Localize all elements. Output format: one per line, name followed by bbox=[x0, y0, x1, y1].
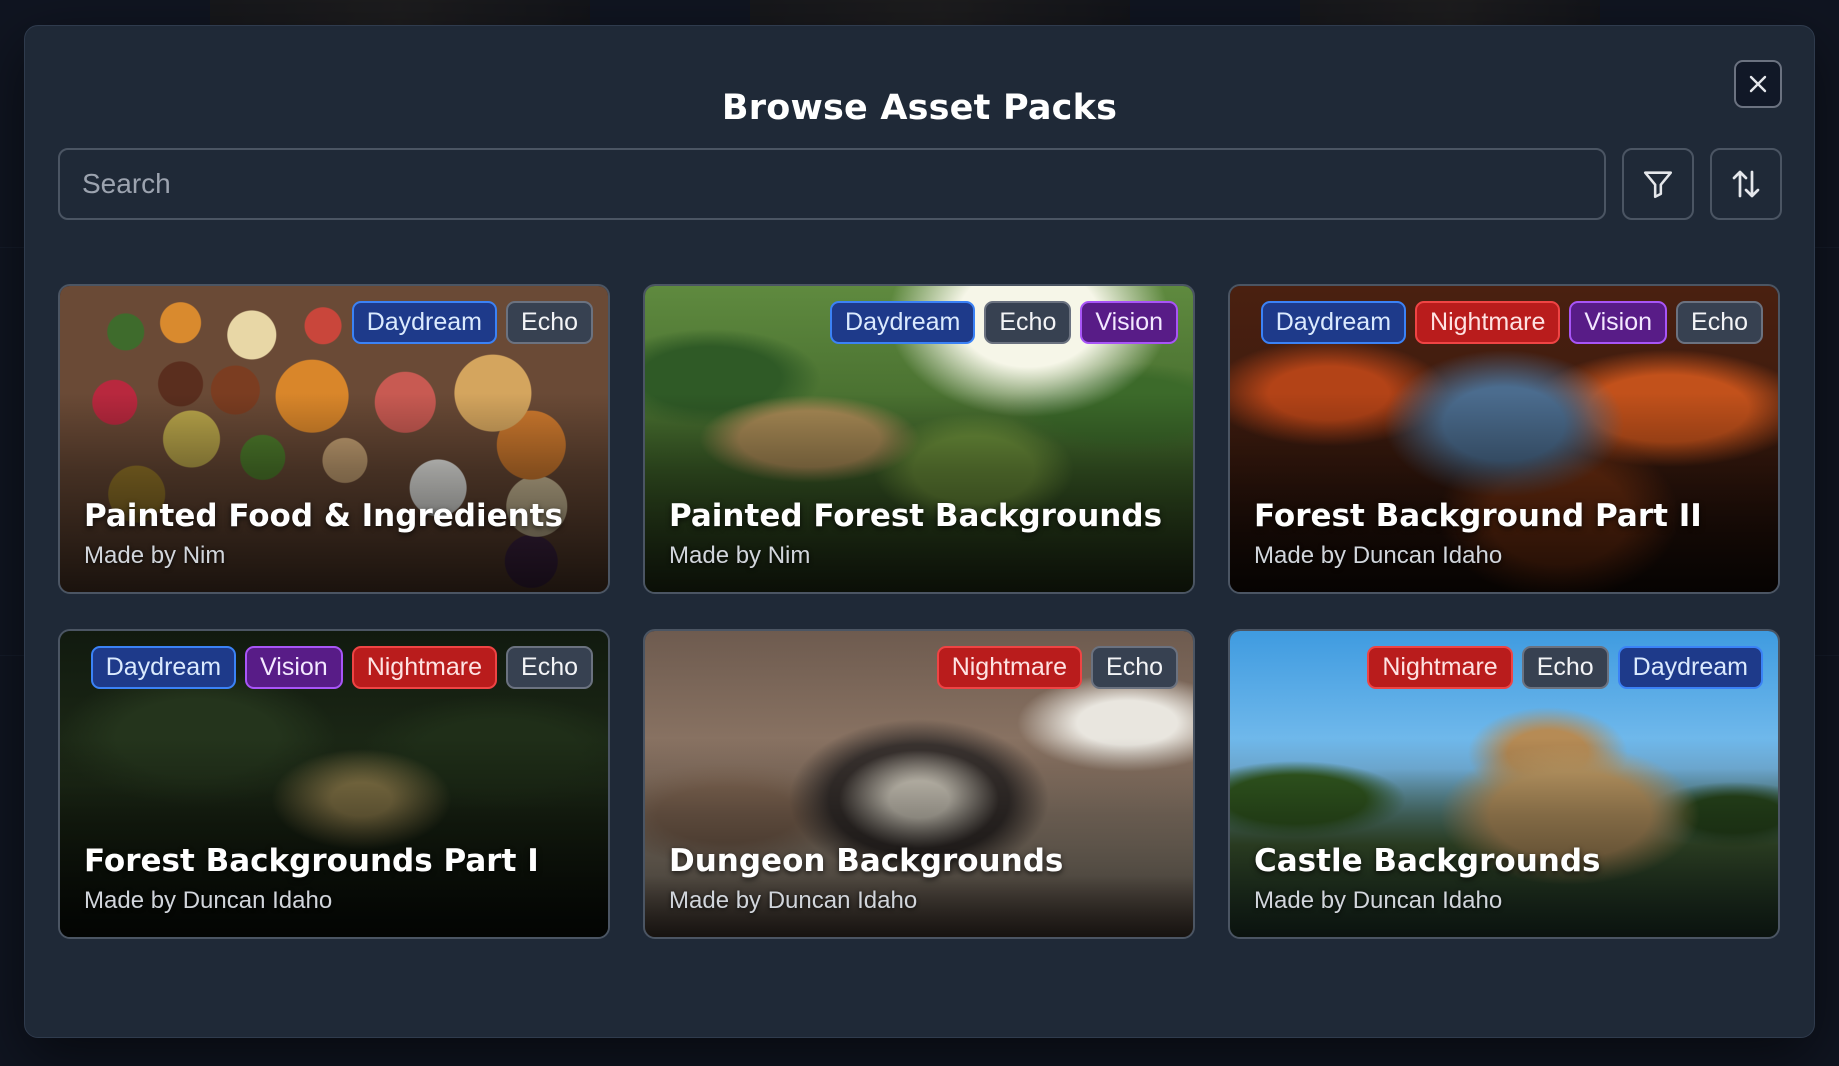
asset-pack-card[interactable]: Daydream Vision Nightmare Echo Forest Ba… bbox=[58, 629, 610, 939]
tag-vision: Vision bbox=[1569, 301, 1668, 344]
tag-echo: Echo bbox=[1521, 646, 1609, 689]
pack-title: Dungeon Backgrounds bbox=[669, 843, 1064, 879]
sort-button[interactable] bbox=[1710, 148, 1782, 220]
pack-title: Forest Background Part II bbox=[1254, 498, 1702, 534]
tag-echo: Echo bbox=[1676, 301, 1763, 344]
close-button[interactable] bbox=[1734, 60, 1782, 108]
tag-nightmare: Nightmare bbox=[1415, 301, 1561, 344]
tag-nightmare: Nightmare bbox=[1367, 646, 1513, 689]
tag-daydream: Daydream bbox=[1617, 646, 1763, 689]
tag-daydream: Daydream bbox=[1260, 301, 1407, 344]
search-input[interactable] bbox=[58, 148, 1606, 220]
tag-vision: Vision bbox=[1080, 301, 1178, 344]
tag-echo: Echo bbox=[506, 301, 593, 344]
asset-pack-card[interactable]: Daydream Nightmare Vision Echo Forest Ba… bbox=[1228, 284, 1780, 594]
asset-pack-card[interactable]: Daydream Echo Painted Food & Ingredients… bbox=[58, 284, 610, 594]
tag-nightmare: Nightmare bbox=[351, 646, 498, 689]
modal-title: Browse Asset Packs bbox=[721, 88, 1118, 128]
asset-pack-grid: Daydream Echo Painted Food & Ingredients… bbox=[58, 284, 1780, 939]
tag-list: Daydream Vision Nightmare Echo bbox=[90, 646, 593, 689]
pack-author: Made by Duncan Idaho bbox=[84, 887, 333, 914]
tag-list: Daydream Echo bbox=[351, 301, 593, 344]
tag-daydream: Daydream bbox=[830, 301, 976, 344]
tag-list: Daydream Nightmare Vision Echo bbox=[1260, 301, 1763, 344]
pack-title: Castle Backgrounds bbox=[1254, 843, 1601, 879]
tag-list: Nightmare Echo bbox=[936, 646, 1178, 689]
tag-echo: Echo bbox=[1091, 646, 1178, 689]
filter-icon bbox=[1643, 171, 1673, 199]
pack-author: Made by Nim bbox=[84, 542, 226, 569]
pack-author: Made by Duncan Idaho bbox=[1254, 887, 1503, 914]
tag-nightmare: Nightmare bbox=[936, 646, 1083, 689]
tag-daydream: Daydream bbox=[351, 301, 498, 344]
filter-button[interactable] bbox=[1622, 148, 1694, 220]
tag-echo: Echo bbox=[506, 646, 593, 689]
browse-asset-packs-modal: Browse Asset Packs Daydream Echo Painted… bbox=[24, 25, 1815, 1038]
close-icon bbox=[1749, 75, 1767, 93]
pack-author: Made by Duncan Idaho bbox=[1254, 542, 1503, 569]
pack-title: Painted Forest Backgrounds bbox=[669, 498, 1163, 534]
asset-pack-card[interactable]: Daydream Echo Vision Painted Forest Back… bbox=[643, 284, 1195, 594]
tag-daydream: Daydream bbox=[90, 646, 237, 689]
pack-title: Painted Food & Ingredients bbox=[84, 498, 563, 534]
tag-list: Nightmare Echo Daydream bbox=[1367, 646, 1763, 689]
tag-list: Daydream Echo Vision bbox=[830, 301, 1178, 344]
pack-title: Forest Backgrounds Part I bbox=[84, 843, 539, 879]
sort-icon bbox=[1732, 170, 1760, 198]
asset-pack-card[interactable]: Nightmare Echo Daydream Castle Backgroun… bbox=[1228, 629, 1780, 939]
tag-echo: Echo bbox=[984, 301, 1072, 344]
pack-author: Made by Duncan Idaho bbox=[669, 887, 918, 914]
tag-vision: Vision bbox=[245, 646, 343, 689]
asset-pack-card[interactable]: Nightmare Echo Dungeon Backgrounds Made … bbox=[643, 629, 1195, 939]
pack-author: Made by Nim bbox=[669, 542, 811, 569]
